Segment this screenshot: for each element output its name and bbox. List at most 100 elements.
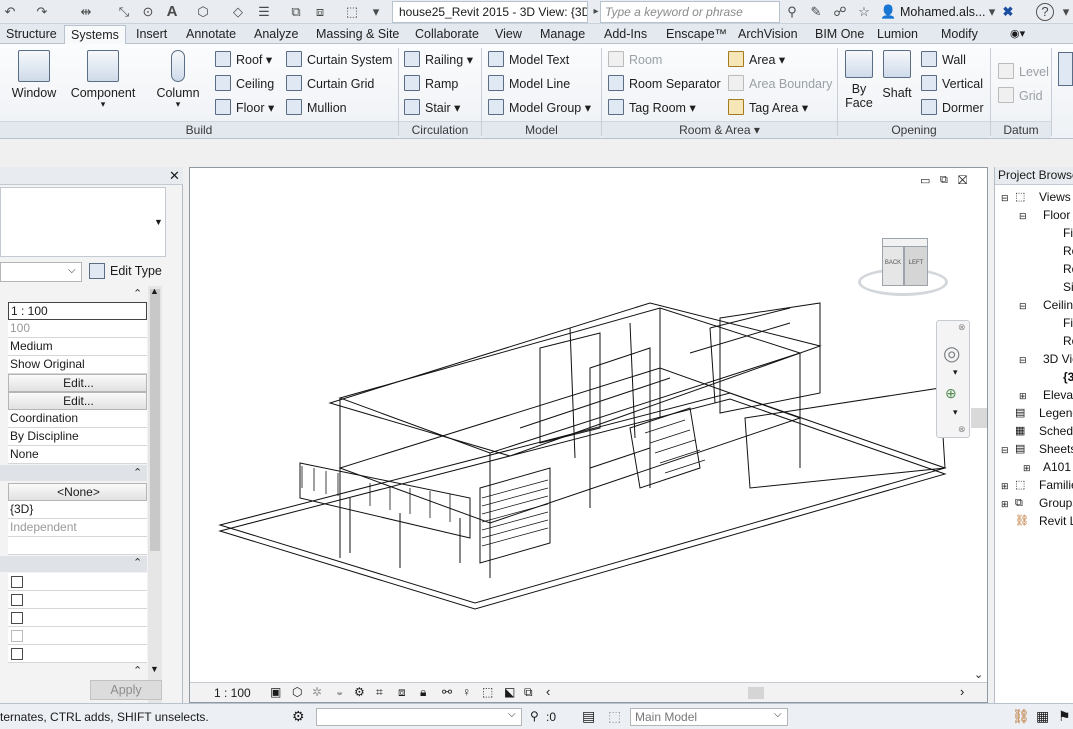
dormer-button[interactable]: Dormer xyxy=(921,99,984,116)
mullion-button[interactable]: Mullion xyxy=(286,99,347,116)
rendering-icon[interactable]: ⚙ xyxy=(354,685,365,699)
communication-icon[interactable]: ☍ xyxy=(832,4,848,20)
viewcube[interactable]: BACK LEFT xyxy=(858,238,948,300)
room-button[interactable]: Room xyxy=(608,51,662,68)
type-selector[interactable] xyxy=(0,187,166,257)
help-icon[interactable]: ? xyxy=(1036,3,1054,21)
discipline-field[interactable]: Coordination xyxy=(8,410,147,428)
favorites-star-icon[interactable]: ☆ xyxy=(856,4,872,20)
tree-sheets[interactable]: Sheets xyxy=(1039,441,1073,457)
view-template-button[interactable]: <None> xyxy=(8,483,147,501)
annotation-crop-checkbox[interactable] xyxy=(11,612,23,624)
tab-massing-site[interactable]: Massing & Site xyxy=(310,25,405,44)
tab-manage[interactable]: Manage xyxy=(534,25,591,44)
scroll-down-icon[interactable]: ⌄ xyxy=(974,668,983,681)
expand-icon[interactable]: ⊞ xyxy=(1019,388,1027,404)
detail-level-field[interactable]: Medium xyxy=(8,338,147,356)
zoom-icon[interactable]: ⊕ xyxy=(945,385,957,402)
tree-revit-links[interactable]: Revit L xyxy=(1039,513,1073,529)
tag-room-button[interactable]: Tag Room ▾ xyxy=(608,99,696,116)
worksets-icon[interactable]: ⚙ xyxy=(292,708,305,725)
model-group-button[interactable]: Model Group ▾ xyxy=(488,99,591,116)
visual-style-icon[interactable]: ⬡ xyxy=(292,685,302,699)
scrollbar-thumb[interactable] xyxy=(150,289,160,551)
view-scale-button[interactable]: 1 : 100 xyxy=(214,686,251,700)
section-box-checkbox[interactable] xyxy=(11,648,23,660)
viewcube-top-face[interactable] xyxy=(882,238,928,247)
zoom-dropdown-icon[interactable]: ▾ xyxy=(953,407,958,418)
tree-groups[interactable]: Groups xyxy=(1039,495,1073,511)
temporary-hide-icon[interactable]: ⚯ xyxy=(442,685,452,699)
analytical-model-icon[interactable]: ⬕ xyxy=(504,685,515,699)
viewcube-left-face[interactable]: LEFT xyxy=(904,246,928,286)
tree-families[interactable]: Familie xyxy=(1039,477,1073,493)
vertical-opening-button[interactable]: Vertical xyxy=(921,75,983,92)
room-separator-button[interactable]: Room Separator xyxy=(608,75,721,92)
identity-data-section[interactable] xyxy=(0,465,147,481)
room-area-group-title[interactable]: Room & Area ▾ xyxy=(602,121,837,138)
by-face-button[interactable]: By Face xyxy=(842,50,876,110)
tree-views[interactable]: Views ( xyxy=(1039,189,1073,205)
select-underlay-icon[interactable]: ▦ xyxy=(1036,708,1049,725)
steering-wheel-icon[interactable]: ◎ xyxy=(943,341,960,366)
set-workplane-icon[interactable] xyxy=(1058,52,1073,86)
view-vertical-scrollbar-thumb[interactable] xyxy=(971,408,987,428)
tab-view[interactable]: View xyxy=(489,25,528,44)
parts-visibility-field[interactable]: Show Original xyxy=(8,356,147,374)
viewcube-back-face[interactable]: BACK xyxy=(882,246,904,286)
detail-level-icon[interactable]: ▣ xyxy=(270,685,281,699)
dropdown-icon[interactable]: ▾ xyxy=(368,4,384,20)
tree-floor-plan-item[interactable]: Ro xyxy=(1063,261,1073,277)
editable-only-icon[interactable]: ⬚ xyxy=(608,708,621,725)
view-name-field[interactable]: {3D} xyxy=(8,501,147,519)
collapse-camera-icon[interactable]: ⌃ xyxy=(133,664,142,677)
tab-annotate[interactable]: Annotate xyxy=(180,25,242,44)
tree-floor-plan-item[interactable]: Sit xyxy=(1063,279,1073,295)
measure-icon[interactable]: ⇹ xyxy=(78,4,94,20)
tree-ceiling-plan-item[interactable]: Ro xyxy=(1063,333,1073,349)
visibility-graphics-edit-button[interactable]: Edit... xyxy=(8,374,147,392)
roof-button[interactable]: Roof ▾ xyxy=(215,51,272,68)
tab-analyze[interactable]: Analyze xyxy=(248,25,304,44)
ribbon-minimize-icon[interactable]: ◉▾ xyxy=(1010,27,1025,40)
expand-icon[interactable]: ⊞ xyxy=(1001,496,1009,512)
undo-icon[interactable]: ↶ xyxy=(2,4,18,20)
horizontal-scrollbar-thumb[interactable] xyxy=(748,687,764,699)
expand-icon[interactable]: ⊞ xyxy=(1001,478,1009,494)
tree-ceiling-plans[interactable]: Ceiling xyxy=(1043,297,1073,313)
tab-insert[interactable]: Insert xyxy=(130,25,173,44)
tree-legends[interactable]: Legend xyxy=(1039,405,1073,421)
nav-bar-close-icon[interactable]: ⊗ xyxy=(958,322,966,333)
tree-3d-views[interactable]: 3D Vie xyxy=(1043,351,1073,367)
scroll-left-icon[interactable]: ‹ xyxy=(546,684,550,699)
switch-windows-icon[interactable]: ⧈ xyxy=(312,4,328,20)
collapse-graphics-icon[interactable]: ⌃ xyxy=(133,287,142,300)
model-text-button[interactable]: Model Text xyxy=(488,51,569,68)
tree-floor-plan-item[interactable]: Fi xyxy=(1063,225,1073,241)
nav-bar-options-icon[interactable]: ⊗ xyxy=(958,424,966,435)
select-pinned-icon[interactable]: ⚑ xyxy=(1058,708,1071,725)
binoculars-icon[interactable]: ⚲ xyxy=(784,4,800,20)
tab-structure[interactable]: Structure xyxy=(0,25,63,44)
show-crop-icon[interactable]: ⧈ xyxy=(398,685,406,700)
grid-button[interactable]: Grid xyxy=(998,87,1043,104)
shaft-button[interactable]: Shaft xyxy=(880,50,914,100)
temporary-view-properties-icon[interactable]: ⬚ xyxy=(482,685,493,699)
active-workset-dropdown[interactable] xyxy=(316,708,522,726)
tab-modify[interactable]: Modify xyxy=(935,25,984,44)
tag-area-button[interactable]: Tag Area ▾ xyxy=(728,99,808,116)
tab-systems[interactable]: Systems xyxy=(64,25,126,44)
collapse-identity-icon[interactable]: ⌃ xyxy=(133,466,142,479)
graphic-display-edit-button[interactable]: Edit... xyxy=(8,392,147,410)
subscription-icon[interactable]: ✎ xyxy=(808,4,824,20)
tree-3d-view-active[interactable]: {3 xyxy=(1063,369,1073,385)
section-icon[interactable]: ◇ xyxy=(230,4,246,20)
collapse-icon[interactable]: ⊟ xyxy=(1001,190,1009,206)
tab-archvision[interactable]: ArchVision xyxy=(732,25,804,44)
tab-add-ins[interactable]: Add-Ins xyxy=(598,25,653,44)
exchange-apps-icon[interactable]: ✖ xyxy=(1000,4,1016,20)
redo-icon[interactable]: ↷ xyxy=(34,4,50,20)
close-hidden-icon[interactable]: ⧉ xyxy=(288,4,304,20)
crop-view-checkbox[interactable] xyxy=(11,576,23,588)
collapse-icon[interactable]: ⊟ xyxy=(1019,352,1027,368)
